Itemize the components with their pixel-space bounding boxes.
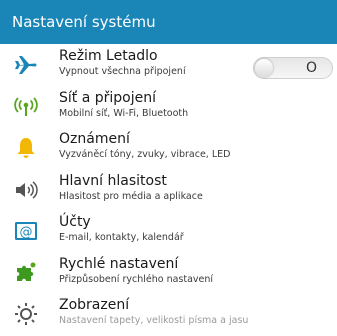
settings-item-display[interactable]: Zobrazení Nastavení tapety, velikosti pí… <box>0 293 337 335</box>
bell-icon <box>13 135 39 161</box>
settings-list: Režim Letadlo Vypnout všechna připojení … <box>0 44 337 335</box>
settings-item-network[interactable]: Síť a připojení Mobilní síť, Wi-Fi, Blue… <box>0 86 337 128</box>
item-title: Síť a připojení <box>59 89 156 106</box>
toggle-state-label: O <box>306 60 318 76</box>
settings-item-volume[interactable]: Hlavní hlasitost Hlasitost pro média a a… <box>0 169 337 211</box>
item-title: Oznámení <box>59 131 130 147</box>
puzzle-icon <box>13 260 39 286</box>
page-title: Nastavení systému <box>12 13 156 31</box>
item-title: Účty <box>59 214 91 230</box>
settings-item-accounts[interactable]: @ Účty E-mail, kontakty, kalendář <box>0 210 337 252</box>
airplane-mode-toggle[interactable]: O <box>253 57 333 79</box>
item-title: Rychlé nastavení <box>59 255 179 272</box>
item-subtitle: Hlasitost pro média a aplikace <box>59 190 203 202</box>
speaker-icon <box>13 177 39 203</box>
svg-text:@: @ <box>20 225 33 240</box>
item-subtitle: Mobilní síť, Wi-Fi, Bluetooth <box>59 107 189 119</box>
settings-item-notifications[interactable]: Oznámení Vyzváněcí tóny, zvuky, vibrace,… <box>0 127 337 169</box>
item-title: Hlavní hlasitost <box>59 172 167 189</box>
item-subtitle: Nastavení tapety, velikosti písma a jasu <box>59 315 249 326</box>
airplane-icon <box>13 52 39 78</box>
item-subtitle: E-mail, kontakty, kalendář <box>59 232 184 243</box>
sun-icon <box>13 301 39 327</box>
antenna-icon <box>13 94 39 120</box>
item-subtitle: Vyzváněcí tóny, zvuky, vibrace, LED <box>59 149 231 160</box>
item-title: Zobrazení <box>59 297 130 313</box>
settings-item-airplane-mode[interactable]: Režim Letadlo Vypnout všechna připojení … <box>0 44 337 86</box>
at-sign-icon: @ <box>13 218 39 244</box>
toggle-knob <box>255 59 273 77</box>
app-header: Nastavení systému <box>0 0 337 44</box>
settings-item-quick-settings[interactable]: Rychlé nastavení Přizpůsobení rychlého n… <box>0 252 337 294</box>
item-subtitle: Přizpůsobení rychlého nastavení <box>59 273 214 285</box>
